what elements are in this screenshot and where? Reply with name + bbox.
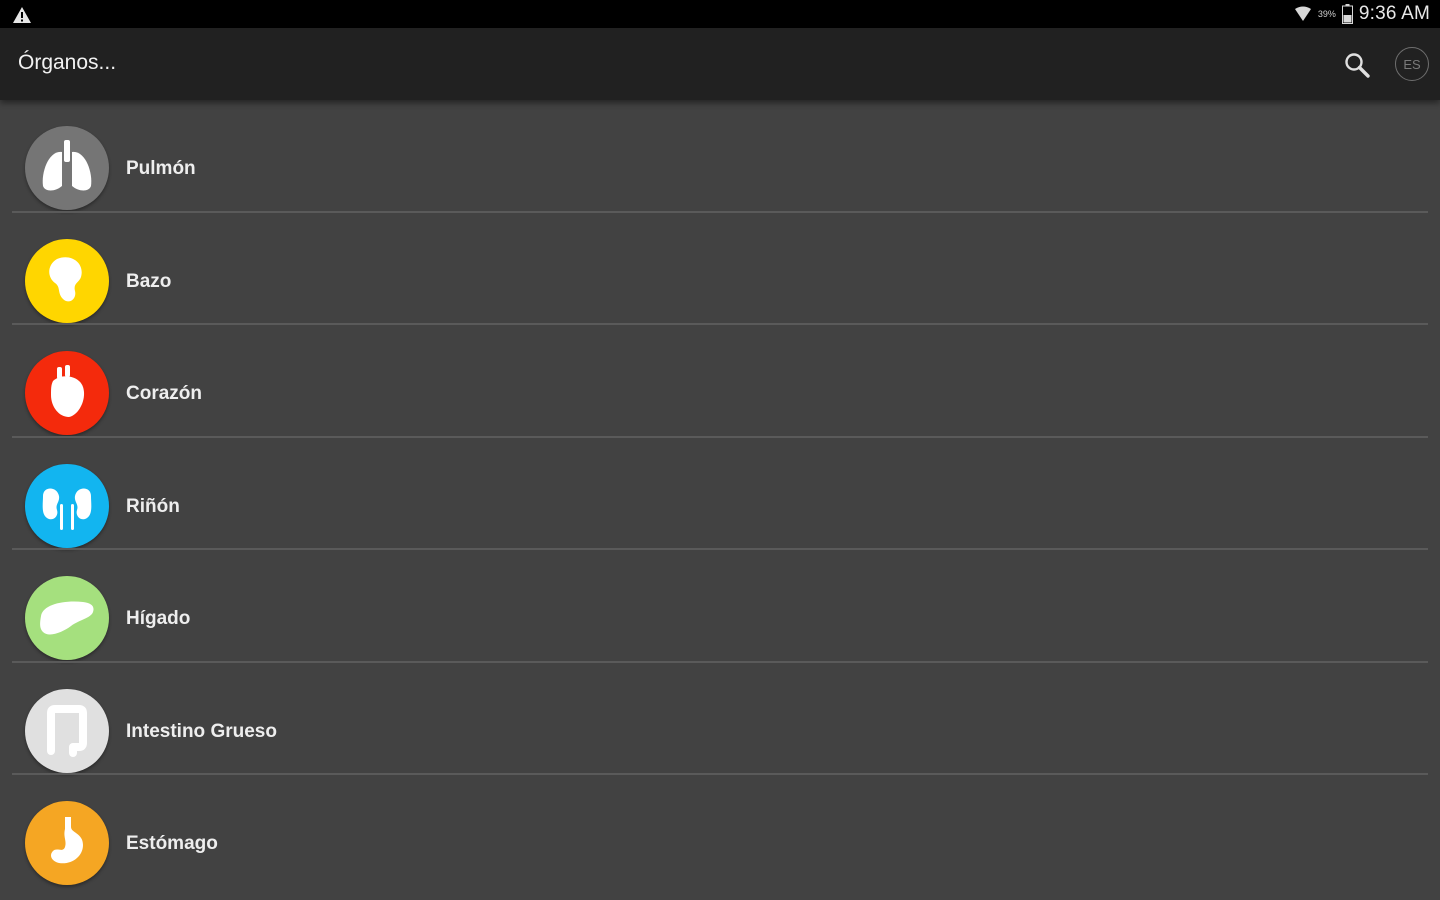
large-intestine-icon (47, 704, 87, 757)
list-item-estomago[interactable]: Estómago (0, 775, 1440, 888)
battery-percent: 39% (1317, 9, 1336, 19)
list-item-bazo[interactable]: Bazo (0, 213, 1440, 325)
organ-avatar (25, 688, 109, 773)
organ-label: Pulmón (126, 158, 196, 179)
spleen-icon (49, 256, 82, 301)
battery-icon (1341, 4, 1353, 24)
organ-avatar (25, 463, 109, 548)
organ-avatar (25, 351, 109, 435)
search-icon (1345, 53, 1370, 78)
list-item-rinon[interactable]: Riñón (0, 438, 1440, 550)
list-item-corazon[interactable]: Corazón (0, 325, 1440, 438)
list-item-pulmon[interactable]: Pulmón (0, 100, 1440, 213)
list-item-intestino-grueso[interactable]: Intestino Grueso (0, 663, 1440, 775)
language-button[interactable]: ES (1395, 47, 1429, 81)
status-indicators: 39% 9:36 AM (1294, 0, 1430, 28)
lungs-icon (42, 140, 92, 191)
wifi-icon (1294, 6, 1311, 21)
organ-avatar (25, 576, 109, 660)
organ-avatar (25, 126, 109, 210)
organ-label: Hígado (126, 608, 191, 629)
list-item-higado[interactable]: Hígado (0, 550, 1440, 663)
kidneys-icon (42, 488, 92, 530)
organ-label: Estómago (126, 833, 218, 854)
organ-avatar (25, 801, 109, 885)
status-bar: 39% 9:36 AM (0, 0, 1440, 28)
clock-time: 9:36 AM (1358, 3, 1430, 24)
warning-icon (13, 7, 31, 23)
search-button[interactable] (1340, 48, 1374, 82)
organ-label: Riñón (126, 495, 180, 517)
heart-icon (51, 365, 85, 417)
page-title: Órganos... (18, 51, 117, 74)
organ-label: Intestino Grueso (126, 720, 277, 742)
organ-avatar (25, 238, 109, 323)
app-bar: Órganos... ES (0, 28, 1440, 100)
organ-label: Bazo (126, 270, 172, 292)
organ-list: Pulmón Bazo Corazón Riñón Hígado Intesti… (0, 100, 1440, 900)
stomach-icon (51, 817, 83, 864)
liver-icon (40, 601, 94, 635)
organ-label: Corazón (126, 383, 202, 404)
